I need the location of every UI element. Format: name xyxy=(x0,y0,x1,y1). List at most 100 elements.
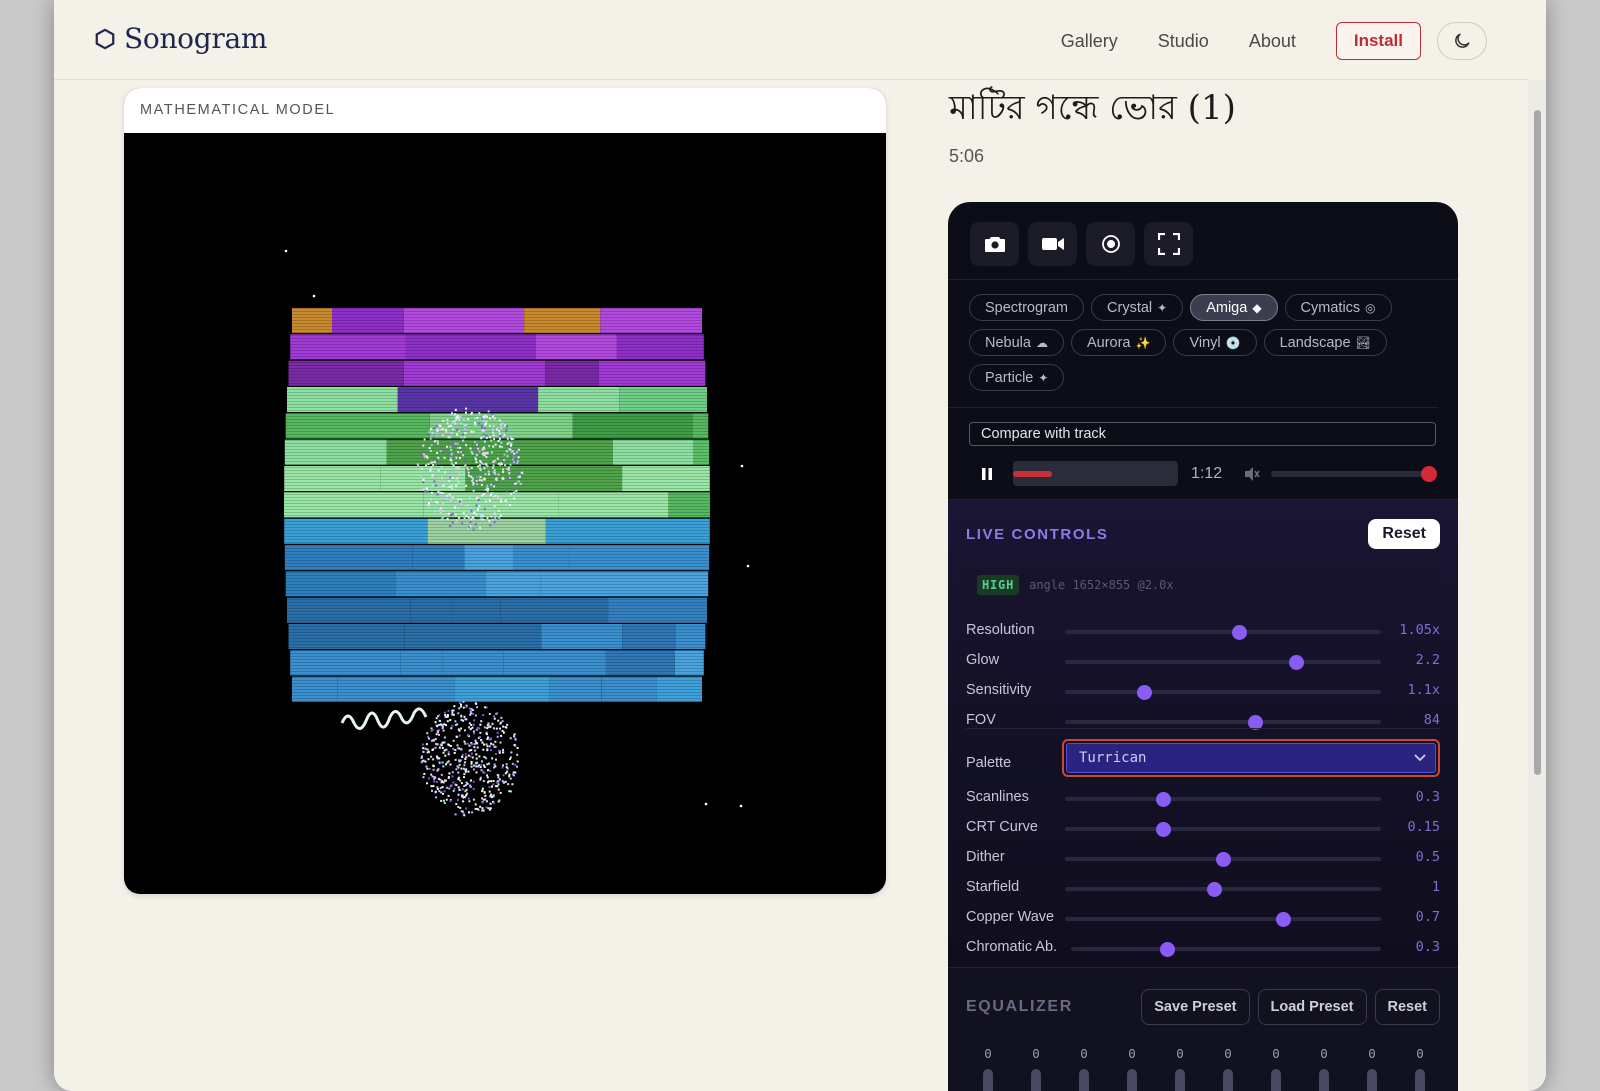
eq-band-slider[interactable] xyxy=(1415,1069,1425,1091)
particle xyxy=(457,786,460,789)
eq-band[interactable]: 0 xyxy=(1410,1046,1430,1091)
mode-chip-spectrogram[interactable]: Spectrogram xyxy=(969,294,1085,321)
slider-thumb[interactable] xyxy=(1155,792,1171,807)
save-preset-button[interactable]: Save Preset xyxy=(1141,989,1250,1025)
particle xyxy=(482,748,485,751)
particle xyxy=(455,520,458,523)
eq-band-slider[interactable] xyxy=(1079,1069,1089,1091)
record-button[interactable] xyxy=(1086,222,1135,266)
fullscreen-button[interactable] xyxy=(1144,222,1193,266)
eq-band-slider[interactable] xyxy=(1127,1069,1137,1091)
particle xyxy=(462,700,465,703)
mode-chip-amiga[interactable]: Amiga ◆ xyxy=(1190,294,1278,321)
slider-track[interactable] xyxy=(1065,917,1381,921)
slider-track[interactable] xyxy=(1065,827,1381,831)
particle xyxy=(451,486,454,489)
record-video-button[interactable] xyxy=(1028,222,1077,266)
eq-band[interactable]: 0 xyxy=(1170,1046,1190,1091)
particle xyxy=(465,407,468,410)
particle xyxy=(516,765,518,768)
slider-track[interactable] xyxy=(1065,887,1381,891)
slider-thumb[interactable] xyxy=(1155,822,1171,837)
slider-track[interactable] xyxy=(1065,630,1381,634)
eq-band-slider[interactable] xyxy=(1223,1069,1233,1091)
eq-band-slider[interactable] xyxy=(1031,1069,1041,1091)
slider-thumb[interactable] xyxy=(1160,942,1176,957)
slider-copper-wave[interactable]: Copper Wave 0.7 xyxy=(966,907,1440,929)
eq-band-slider[interactable] xyxy=(1175,1069,1185,1091)
equalizer-reset-button[interactable]: Reset xyxy=(1374,989,1440,1025)
scanline xyxy=(284,659,714,660)
eq-band[interactable]: 0 xyxy=(1314,1046,1334,1091)
particle xyxy=(509,777,512,780)
mode-selector: Spectrogram Crystal ✦ Amiga ◆ Cymatics ◎ Nebula… xyxy=(948,280,1438,408)
eq-band[interactable]: 0 xyxy=(1266,1046,1286,1091)
particle xyxy=(444,754,447,757)
eq-band-slider[interactable] xyxy=(1319,1069,1329,1091)
slider-sensitivity[interactable]: Sensitivity 1.1x xyxy=(966,680,1440,702)
scrollbar-thumb[interactable] xyxy=(1534,110,1541,775)
eq-band-slider[interactable] xyxy=(983,1069,993,1091)
slider-scanlines[interactable]: Scanlines 0.3 xyxy=(966,787,1440,809)
slider-thumb[interactable] xyxy=(1276,912,1292,927)
mode-chip-crystal[interactable]: Crystal ✦ xyxy=(1091,294,1184,321)
eq-band[interactable]: 0 xyxy=(1362,1046,1382,1091)
playback-progress[interactable] xyxy=(1013,461,1178,486)
mode-chip-aurora[interactable]: Aurora ✨ xyxy=(1070,329,1167,356)
eq-band[interactable]: 0 xyxy=(1218,1046,1238,1091)
slider-track[interactable] xyxy=(1065,660,1381,664)
slider-resolution[interactable]: Resolution 1.05x xyxy=(966,620,1440,642)
slider-thumb[interactable] xyxy=(1137,685,1152,700)
install-button[interactable]: Install xyxy=(1335,22,1421,60)
muted-speaker-icon[interactable] xyxy=(1243,465,1261,483)
mode-chip-nebula[interactable]: Nebula ☁ xyxy=(969,329,1064,356)
mode-chip-cymatics[interactable]: Cymatics ◎ xyxy=(1284,294,1392,321)
eq-band[interactable]: 0 xyxy=(1026,1046,1046,1091)
slider-glow[interactable]: Glow 2.2 xyxy=(966,650,1440,672)
slider-track[interactable] xyxy=(1065,690,1381,694)
mode-chip-particle[interactable]: Particle ✦ xyxy=(969,364,1065,391)
mode-chip-landscape[interactable]: Landscape 🏞 xyxy=(1263,329,1387,356)
particle xyxy=(494,765,497,768)
theme-toggle-button[interactable] xyxy=(1437,22,1487,60)
nav-studio[interactable]: Studio xyxy=(1158,31,1209,52)
slider-track[interactable] xyxy=(1071,947,1381,951)
slider-track[interactable] xyxy=(1065,720,1381,724)
pause-button[interactable] xyxy=(969,462,1001,486)
slider-thumb[interactable] xyxy=(1206,882,1222,897)
eq-band[interactable]: 0 xyxy=(1074,1046,1094,1091)
slider-dither[interactable]: Dither 0.5 xyxy=(966,847,1440,869)
particle xyxy=(416,463,419,466)
slider-thumb[interactable] xyxy=(1288,655,1304,670)
particle xyxy=(517,468,520,471)
mode-chip-vinyl[interactable]: Vinyl 💿 xyxy=(1173,329,1257,356)
nav-about[interactable]: About xyxy=(1249,31,1296,52)
particle xyxy=(479,527,481,529)
slider-starfield[interactable]: Starfield 1 xyxy=(966,877,1440,899)
visualizer-canvas[interactable] xyxy=(124,133,886,894)
load-preset-button[interactable]: Load Preset xyxy=(1257,989,1367,1025)
palette-select[interactable]: Turrican xyxy=(1062,739,1440,777)
slider-thumb[interactable] xyxy=(1216,852,1231,867)
eq-band[interactable]: 0 xyxy=(978,1046,998,1091)
particle xyxy=(429,498,432,501)
eq-band-slider[interactable] xyxy=(1271,1069,1281,1091)
particle xyxy=(474,803,477,806)
slider-thumb[interactable] xyxy=(1231,625,1247,640)
slider-chromatic-ab[interactable]: Chromatic Ab. 0.3 xyxy=(966,937,1440,959)
logo[interactable]: Sonogram xyxy=(94,22,267,55)
particle xyxy=(442,729,445,732)
page-scrollbar[interactable] xyxy=(1528,80,1546,1091)
volume-slider[interactable] xyxy=(1271,465,1437,482)
visualizer-band-segment xyxy=(284,466,381,492)
screenshot-button[interactable] xyxy=(970,222,1019,266)
slider-track[interactable] xyxy=(1065,797,1381,801)
eq-band-slider[interactable] xyxy=(1367,1069,1377,1091)
eq-band[interactable]: 0 xyxy=(1122,1046,1142,1091)
particle xyxy=(461,755,464,758)
volume-thumb[interactable] xyxy=(1421,465,1437,482)
live-controls-reset-button[interactable]: Reset xyxy=(1368,519,1440,549)
nav-gallery[interactable]: Gallery xyxy=(1061,31,1118,52)
slider-crt-curve[interactable]: CRT Curve 0.15 xyxy=(966,817,1440,839)
compare-with-track-button[interactable]: Compare with track xyxy=(969,422,1436,446)
